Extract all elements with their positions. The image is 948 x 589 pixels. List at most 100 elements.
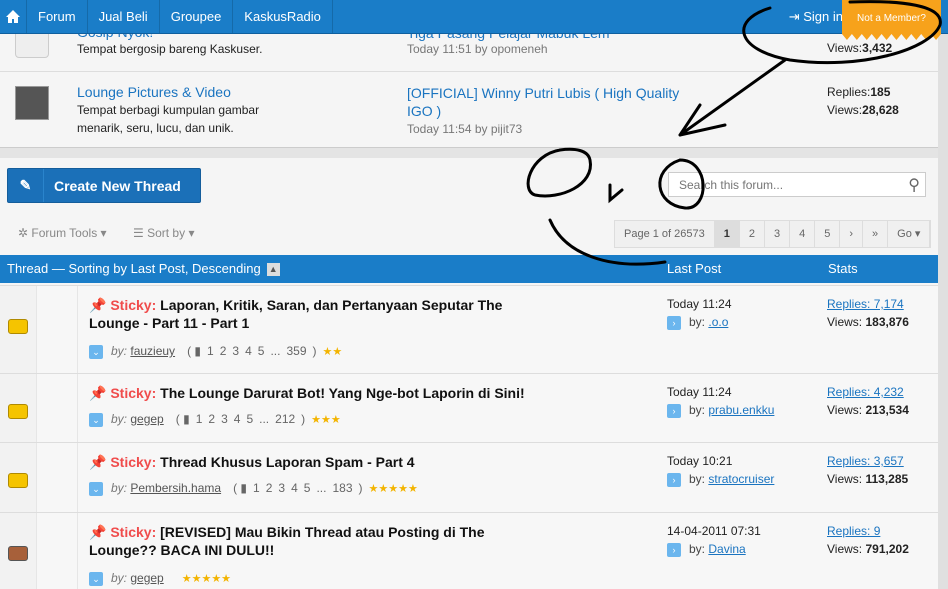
thread-page-link[interactable]: 212 xyxy=(275,412,295,426)
forum-tools-label: Forum Tools xyxy=(31,226,98,240)
last-post-user[interactable]: stratocruiser xyxy=(708,472,774,486)
page-label: Page 1 of 26573 xyxy=(615,221,715,247)
thread-title-link[interactable]: 📌 Sticky: Laporan, Kritik, Saran, dan Pe… xyxy=(89,296,529,332)
list-icon: ☰ xyxy=(133,226,148,240)
thread-page-link[interactable]: 1 xyxy=(207,344,214,358)
thread-page-link[interactable]: 183 xyxy=(332,481,352,495)
views-label: Views: xyxy=(827,315,863,329)
thread-page-link[interactable]: 4 xyxy=(291,481,298,495)
gear-icon: ✲ xyxy=(18,226,32,240)
thread-meta: ⌄ by: fauzieuy( ▮ 1 2 3 4 5... 359) ★★ xyxy=(89,344,342,359)
nav-jual-beli[interactable]: Jual Beli xyxy=(88,0,160,33)
nav-forum[interactable]: Forum xyxy=(27,0,88,33)
last-post-column-header[interactable]: Last Post xyxy=(667,255,721,283)
thread-meta: ⌄ by: gegep( ▮ 1 2 3 4 5... 212) ★★★ xyxy=(89,412,341,427)
thread-page-link[interactable]: 4 xyxy=(245,344,252,358)
page-4[interactable]: 4 xyxy=(790,221,816,247)
page-3[interactable]: 3 xyxy=(765,221,791,247)
author-link[interactable]: Pembersih.hama xyxy=(130,481,221,495)
thread-page-link[interactable]: 2 xyxy=(266,481,273,495)
last-page-icon[interactable]: » xyxy=(863,221,889,247)
thread-page-link[interactable]: 3 xyxy=(278,481,285,495)
thread-meta: ⌄ by: Pembersih.hama( ▮ 1 2 3 4 5... 183) ★★★★★ xyxy=(89,481,418,496)
create-thread-button[interactable]: ✎ Create New Thread xyxy=(7,168,201,203)
forum-tools-menu[interactable]: ✲ Forum Tools ▾ xyxy=(18,226,107,240)
nav-kaskusradio[interactable]: KaskusRadio xyxy=(233,0,333,33)
go-button[interactable]: Go ▾ xyxy=(888,221,931,247)
thread-page-link[interactable]: 4 xyxy=(234,412,241,426)
expand-icon[interactable]: ⌄ xyxy=(89,482,103,496)
go-to-post-icon[interactable]: › xyxy=(667,316,681,330)
replies-value: 185 xyxy=(870,85,891,99)
go-to-post-icon[interactable]: › xyxy=(667,543,681,557)
not-member-button[interactable]: Not a Member? xyxy=(842,0,941,40)
page-1[interactable]: 1 xyxy=(714,221,740,247)
search-input[interactable] xyxy=(669,173,889,196)
go-to-post-icon[interactable]: › xyxy=(667,404,681,418)
thread-page-link[interactable]: ... xyxy=(316,481,326,495)
by-label: by: xyxy=(111,344,128,358)
subforum-name[interactable]: Lounge Pictures & Video xyxy=(77,84,231,100)
scrollbar[interactable] xyxy=(938,34,948,589)
thread-page-link[interactable]: ... xyxy=(259,412,269,426)
author-link[interactable]: gegep xyxy=(130,571,163,585)
go-to-post-icon[interactable]: › xyxy=(667,473,681,487)
thread-page-link[interactable]: 3 xyxy=(232,344,239,358)
expand-icon[interactable]: ⌄ xyxy=(89,413,103,427)
folder-icon xyxy=(8,404,28,419)
thread-title-link[interactable]: 📌 Sticky: Thread Khusus Laporan Spam - P… xyxy=(89,453,529,471)
replies-link[interactable]: Replies: 3,657 xyxy=(827,454,904,468)
page-5[interactable]: 5 xyxy=(815,221,841,247)
views-value: 113,285 xyxy=(865,472,909,486)
thread-page-link[interactable]: 5 xyxy=(258,344,265,358)
sticky-prefix: Sticky: xyxy=(110,385,157,401)
thread-page-link[interactable]: 5 xyxy=(304,481,311,495)
thread-page-link[interactable]: 1 xyxy=(253,481,260,495)
expand-icon[interactable]: ⌄ xyxy=(89,345,103,359)
thread-page-link[interactable]: 2 xyxy=(220,344,227,358)
thread-page-link[interactable]: ... xyxy=(270,344,280,358)
by-label: by: xyxy=(111,481,128,495)
last-post-by: › by: Davina xyxy=(667,542,746,557)
page-links: ( ▮ 1 2 3 4 5... 359) xyxy=(187,344,317,358)
table-row: 📌 Sticky: Thread Khusus Laporan Spam - P… xyxy=(0,442,938,512)
stats-column-header[interactable]: Stats xyxy=(828,255,858,283)
thread-page-link[interactable]: 1 xyxy=(196,412,203,426)
pin-icon: 📌 xyxy=(89,454,107,470)
next-page-icon[interactable]: › xyxy=(840,221,864,247)
last-post-user[interactable]: .o.o xyxy=(708,315,728,329)
nav-groupee[interactable]: Groupee xyxy=(160,0,234,33)
thread-label: Thread xyxy=(7,261,49,276)
sign-in-link[interactable]: ⇥ Sign in xyxy=(789,0,843,34)
thread-title-link[interactable]: 📌 Sticky: The Lounge Darurat Bot! Yang N… xyxy=(89,384,529,402)
thread-meta: ⌄ by: gegep ★★★★★ xyxy=(89,571,231,586)
page-2[interactable]: 2 xyxy=(740,221,765,247)
sort-toggle-icon[interactable]: ▲ xyxy=(266,263,280,277)
thread-page-link[interactable]: 3 xyxy=(221,412,228,426)
replies-link[interactable]: Replies: 4,232 xyxy=(827,385,904,399)
home-icon[interactable] xyxy=(0,0,27,33)
thread-list-panel: ✎ Create New Thread ⚲ ✲ Forum Tools ▾ ☰ S… xyxy=(0,158,938,589)
last-post-user[interactable]: prabu.enkku xyxy=(708,403,774,417)
subforum-row: Lounge Pictures & Video Tempat berbagi k… xyxy=(0,73,938,148)
thread-column-header[interactable]: Thread — Sorting by Last Post, Descendin… xyxy=(7,255,280,283)
search-icon[interactable]: ⚲ xyxy=(908,175,920,195)
expand-icon[interactable]: ⌄ xyxy=(89,572,103,586)
thread-page-link[interactable]: 5 xyxy=(246,412,253,426)
author-link[interactable]: fauzieuy xyxy=(130,344,175,358)
thread-title-link[interactable]: 📌 Sticky: [REVISED] Mau Bikin Thread ata… xyxy=(89,523,529,559)
pagination: Page 1 of 26573 1 2 3 4 5 › » Go ▾ xyxy=(614,220,932,248)
subforum-last-post[interactable]: [OFFICIAL] Winny Putri Lubis ( High Qual… xyxy=(407,84,697,120)
thread-page-link[interactable]: 2 xyxy=(208,412,215,426)
author-link[interactable]: gegep xyxy=(130,412,163,426)
thread-page-link[interactable]: 359 xyxy=(286,344,306,358)
status-column xyxy=(0,286,37,373)
create-thread-label: Create New Thread xyxy=(54,177,181,194)
sort-by-menu[interactable]: ☰ Sort by ▾ xyxy=(133,226,194,240)
rating-stars: ★★★★★ xyxy=(368,483,418,495)
sticky-prefix: Sticky: xyxy=(110,297,157,313)
last-post-user[interactable]: Davina xyxy=(708,542,745,556)
replies-link[interactable]: Replies: 7,174 xyxy=(827,297,904,311)
thread-icon-column xyxy=(38,513,78,589)
replies-link[interactable]: Replies: 9 xyxy=(827,524,880,538)
